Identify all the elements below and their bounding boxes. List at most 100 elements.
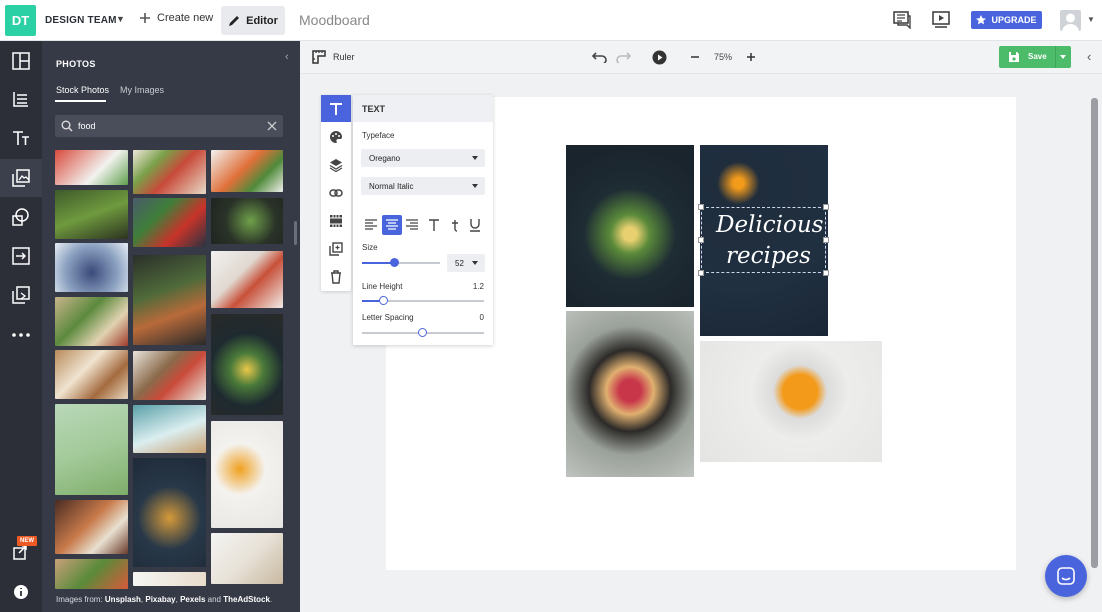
caret-down-icon[interactable] [1060,55,1066,59]
trash-icon[interactable] [329,270,343,284]
font-style-select[interactable]: Normal Italic [361,177,485,195]
align-left-icon[interactable] [364,218,378,232]
stock-photo-thumbnail[interactable] [55,243,128,292]
ruler-icon[interactable] [312,50,326,64]
canvas-photo-pancake[interactable] [566,311,694,477]
link-icon[interactable] [329,186,343,200]
letter-spacing-label: Letter Spacing [362,313,414,322]
canvas-photo-soup[interactable] [700,341,882,462]
save-button[interactable]: Save [999,46,1071,68]
stock-photo-thumbnail[interactable] [55,297,128,346]
stock-photo-thumbnail[interactable] [211,251,283,308]
info-icon[interactable] [11,582,31,602]
stock-photo-thumbnail[interactable] [55,404,128,495]
source-pexels[interactable]: Pexels [180,595,205,604]
source-unsplash[interactable]: Unsplash [105,595,141,604]
zoom-out-icon[interactable] [690,52,700,62]
align-center-button[interactable] [382,215,402,235]
undo-icon[interactable] [592,51,608,63]
stock-photo-thumbnail[interactable] [133,572,206,586]
create-new-button[interactable]: Create new [139,12,213,24]
stock-photo-thumbnail[interactable] [133,405,206,453]
resize-handle[interactable] [823,237,829,243]
text-selection-box[interactable]: Delicious recipes [701,207,826,273]
stock-photo-thumbnail[interactable] [55,559,128,589]
letter-spacing-slider-knob[interactable] [418,328,427,337]
underline-icon[interactable] [468,218,482,232]
tab-stock-photos[interactable]: Stock Photos [56,85,109,95]
stock-photo-thumbnail[interactable] [55,500,128,554]
stock-photo-thumbnail[interactable] [211,421,283,528]
stock-photo-thumbnail[interactable] [55,190,128,239]
stock-photo-thumbnail[interactable] [133,351,206,400]
stock-photo-thumbnail[interactable] [55,150,128,185]
font-select[interactable]: Oregano [361,149,485,167]
source-theadstock[interactable]: TheAdStock [223,595,270,604]
palette-icon[interactable] [329,130,343,144]
support-chat-button[interactable] [1045,555,1087,597]
vertical-scrollbar[interactable] [1091,98,1098,568]
source-pixabay[interactable]: Pixabay [145,595,175,604]
chat-icon [1057,567,1075,585]
size-select[interactable]: 52 [447,254,485,272]
shapes-icon[interactable] [11,207,31,227]
team-logo[interactable]: DT [5,5,36,36]
star-icon [976,15,987,25]
stock-photo-thumbnail[interactable] [55,350,128,399]
resize-handle[interactable] [698,237,704,243]
stock-photo-thumbnail[interactable] [133,458,206,567]
document-title[interactable]: Moodboard [299,12,370,28]
text-icon[interactable] [11,128,31,148]
stock-photo-thumbnail[interactable] [211,533,283,584]
stock-photo-thumbnail[interactable] [133,255,206,345]
comments-icon[interactable] [893,11,911,29]
close-icon[interactable] [267,121,277,131]
duplicate-icon[interactable] [329,242,343,256]
ruler-label[interactable]: Ruler [333,52,355,62]
size-slider-knob[interactable] [390,258,399,267]
caret-down-icon[interactable]: ▼ [1087,15,1095,24]
uppercase-icon[interactable] [427,218,441,232]
caret-down-icon[interactable]: ▼ [116,14,125,24]
animation-icon[interactable] [329,214,343,228]
line-height-value: 1.2 [472,282,484,291]
image-sources-note: Images from: Unsplash, Pixabay, Pexels a… [56,595,273,604]
present-icon[interactable] [932,11,950,29]
sources-and: and [205,595,224,604]
lowercase-icon[interactable] [448,218,462,232]
zoom-in-icon[interactable] [746,52,756,62]
layers-icon[interactable] [329,158,343,172]
redo-icon[interactable] [615,51,631,63]
stock-photo-thumbnail[interactable] [133,150,206,194]
avatar[interactable] [1060,10,1081,31]
stock-photo-thumbnail[interactable] [211,314,283,415]
line-height-slider-knob[interactable] [379,296,388,305]
resize-handle[interactable] [698,270,704,276]
resize-handle[interactable] [823,270,829,276]
panel-title: TEXT [362,104,386,114]
upload-icon[interactable] [11,246,31,266]
list-icon[interactable] [11,89,31,109]
play-icon[interactable] [652,50,667,65]
align-right-icon[interactable] [405,218,419,232]
canvas-photo-toast[interactable] [566,145,694,307]
duplicate-icon[interactable] [11,285,31,305]
tab-my-images[interactable]: My Images [120,85,164,95]
team-name[interactable]: DESIGN TEAM [45,15,117,26]
zoom-level[interactable]: 75% [714,52,732,62]
more-icon[interactable] [11,325,31,345]
chevron-left-icon[interactable]: ‹ [285,51,289,63]
save-label: Save [1028,52,1047,61]
panel-scrollbar[interactable] [294,221,297,245]
editor-button[interactable]: Editor [221,6,285,35]
layout-icon[interactable] [11,51,31,71]
stock-photo-thumbnail[interactable] [211,198,283,244]
upgrade-button[interactable]: UPGRADE [971,11,1042,29]
chevron-left-icon[interactable]: ‹ [1087,49,1091,64]
resize-handle[interactable] [823,204,829,210]
stock-photo-thumbnail[interactable] [133,198,206,247]
resize-handle[interactable] [698,204,704,210]
photos-icon[interactable] [11,168,31,188]
tool-text[interactable] [321,95,351,122]
stock-photo-thumbnail[interactable] [211,150,283,192]
